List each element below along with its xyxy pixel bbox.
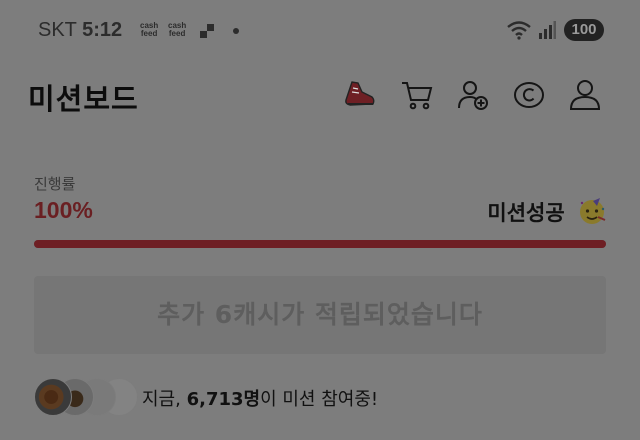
reward-banner: 추가 6캐시가 적립되었습니다 [34,276,606,354]
battery-indicator: 100 [564,19,604,41]
participant-avatars [34,378,138,416]
participants-text: 지금, 6,713명이 미션 참여중! [142,385,378,411]
signal-icon [539,21,556,39]
profile-icon[interactable] [568,78,602,112]
carrier-time: SKT 5:12 [38,19,122,42]
cart-icon[interactable] [400,78,434,112]
clock: 5:12 [82,19,123,41]
status-bar: SKT 5:12 cash feed cash feed 100 [0,0,640,60]
reward-banner-text: 추가 6캐시가 적립되었습니다 [157,300,483,329]
mission-success-text: 미션성공 [487,201,565,225]
more-notifications-dot [233,28,239,34]
progress-label: 진행률 [34,175,76,193]
cash-c-icon[interactable] [512,78,546,112]
party-face-icon [580,198,606,224]
participants-prefix: 지금, [142,389,187,410]
progress-value: 100% [34,197,93,223]
cashfeed-notification-icon: cash feed [168,21,187,38]
cashfeed-notification-icon: cash feed [140,21,159,38]
wifi-icon [507,21,531,40]
participant-count: 6,713명 [186,389,261,410]
progress-bar-fill [34,240,606,248]
add-friend-icon[interactable] [456,78,490,112]
avatar [34,378,72,416]
mission-success-label: 미션성공 [487,197,606,227]
app-notification-icon [200,24,214,38]
sneaker-icon[interactable] [342,78,376,112]
page-title: 미션보드 [28,82,139,116]
participants-suffix: 이 미션 참여중! [260,389,379,410]
progress-bar [34,240,606,248]
carrier-name: SKT [38,19,77,41]
